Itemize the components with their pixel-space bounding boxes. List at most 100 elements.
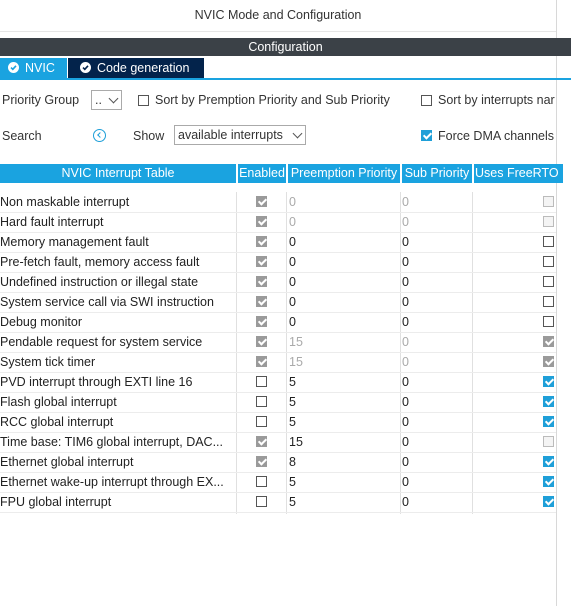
sub-priority[interactable]: 0	[402, 272, 462, 292]
sub-priority[interactable]: 0	[402, 332, 462, 352]
uses-freertos-checkbox[interactable]	[543, 376, 554, 387]
window-title: NVIC Mode and Configuration	[0, 0, 556, 32]
uses-freertos-checkbox[interactable]	[543, 256, 554, 267]
uses-freertos-checkbox[interactable]	[543, 276, 554, 287]
table-row[interactable]: Debug monitor 0 0	[0, 312, 556, 333]
col-header-enabled[interactable]: Enabled	[238, 164, 286, 183]
force-dma-checkbox[interactable]	[421, 130, 432, 141]
uses-freertos-checkbox[interactable]	[543, 456, 554, 467]
sub-priority[interactable]: 0	[402, 452, 462, 472]
sub-priority[interactable]: 0	[402, 252, 462, 272]
preemption-priority[interactable]: 0	[289, 272, 399, 292]
preemption-priority[interactable]: 15	[289, 332, 399, 352]
uses-freertos-checkbox[interactable]	[543, 316, 554, 327]
sub-priority[interactable]: 0	[402, 392, 462, 412]
enabled-checkbox[interactable]	[256, 196, 267, 207]
col-header-interrupt[interactable]: NVIC Interrupt Table	[0, 164, 236, 183]
enabled-checkbox[interactable]	[256, 376, 267, 387]
table-row[interactable]: Hard fault interrupt 0 0	[0, 212, 556, 233]
enabled-checkbox[interactable]	[256, 416, 267, 427]
sort-premption-checkbox[interactable]	[138, 95, 149, 106]
preemption-priority[interactable]: 5	[289, 412, 399, 432]
preemption-priority[interactable]: 0	[289, 192, 399, 212]
interrupt-name: FPU global interrupt	[0, 495, 112, 509]
preemption-priority[interactable]: 15	[289, 432, 399, 452]
sub-priority[interactable]: 0	[402, 212, 462, 232]
preemption-priority[interactable]: 0	[289, 312, 399, 332]
preemption-priority[interactable]: 8	[289, 452, 399, 472]
sub-priority[interactable]: 0	[402, 492, 462, 512]
table-row[interactable]: System service call via SWI instruction 0…	[0, 292, 556, 313]
table-row[interactable]: Pendable request for system service 15 0	[0, 332, 556, 353]
uses-freertos-checkbox[interactable]	[543, 356, 554, 367]
enabled-checkbox[interactable]	[256, 216, 267, 227]
uses-freertos-checkbox[interactable]	[543, 196, 554, 207]
preemption-priority[interactable]: 15	[289, 352, 399, 372]
show-select[interactable]: available interrupts	[174, 125, 306, 145]
uses-freertos-checkbox[interactable]	[543, 336, 554, 347]
enabled-checkbox[interactable]	[256, 436, 267, 447]
enabled-checkbox[interactable]	[256, 456, 267, 467]
preemption-priority[interactable]: 5	[289, 392, 399, 412]
table-row[interactable]: Pre-fetch fault, memory access fault 0 0	[0, 252, 556, 273]
table-row[interactable]: Ethernet wake-up interrupt through EX...…	[0, 472, 556, 493]
uses-freertos-checkbox[interactable]	[543, 496, 554, 507]
uses-freertos-checkbox[interactable]	[543, 476, 554, 487]
table-row[interactable]: Memory management fault 0 0	[0, 232, 556, 253]
sub-priority[interactable]: 0	[402, 412, 462, 432]
uses-freertos-checkbox[interactable]	[543, 236, 554, 247]
table-row[interactable]: Undefined instruction or illegal state 0 0	[0, 272, 556, 293]
uses-freertos-checkbox[interactable]	[543, 416, 554, 427]
preemption-priority[interactable]: 0	[289, 292, 399, 312]
sub-priority[interactable]: 0	[402, 372, 462, 392]
enabled-checkbox[interactable]	[256, 296, 267, 307]
search-back-icon[interactable]	[93, 129, 106, 142]
preemption-priority[interactable]: 5	[289, 372, 399, 392]
enabled-checkbox[interactable]	[256, 336, 267, 347]
sub-priority[interactable]: 0	[402, 472, 462, 492]
preemption-priority[interactable]: 0	[289, 232, 399, 252]
table-row[interactable]: PVD interrupt through EXTI line 16 5 0	[0, 372, 556, 393]
sub-priority[interactable]: 0	[402, 232, 462, 252]
col-header-preemption[interactable]: Preemption Priority	[288, 164, 400, 183]
col-header-sub-priority[interactable]: Sub Priority	[402, 164, 472, 183]
table-row[interactable]: Time base: TIM6 global interrupt, DAC...…	[0, 432, 556, 453]
enabled-checkbox[interactable]	[256, 276, 267, 287]
configuration-header: Configuration	[0, 38, 571, 56]
uses-freertos-checkbox[interactable]	[543, 296, 554, 307]
uses-freertos-checkbox[interactable]	[543, 216, 554, 227]
sub-priority[interactable]: 0	[402, 192, 462, 212]
enabled-checkbox[interactable]	[256, 236, 267, 247]
table-row[interactable]: Flash global interrupt 5 0	[0, 392, 556, 413]
interrupt-name: Flash global interrupt	[0, 395, 117, 409]
priority-group-select[interactable]: ..	[91, 90, 122, 110]
sub-priority[interactable]: 0	[402, 432, 462, 452]
enabled-checkbox[interactable]	[256, 396, 267, 407]
col-header-uses-freertos[interactable]: Uses FreeRTO	[474, 164, 563, 183]
sort-interrupts-checkbox[interactable]	[421, 95, 432, 106]
tab-code-generation[interactable]: Code generation	[68, 58, 204, 78]
enabled-checkbox[interactable]	[256, 256, 267, 267]
table-row[interactable]: System tick timer 15 0	[0, 352, 556, 373]
preemption-priority[interactable]: 0	[289, 212, 399, 232]
sub-priority[interactable]: 0	[402, 312, 462, 332]
enabled-checkbox[interactable]	[256, 496, 267, 507]
uses-freertos-checkbox[interactable]	[543, 436, 554, 447]
sub-priority[interactable]: 0	[402, 352, 462, 372]
table-row[interactable]: RCC global interrupt 5 0	[0, 412, 556, 433]
preemption-priority[interactable]: 5	[289, 492, 399, 512]
preemption-priority[interactable]: 5	[289, 472, 399, 492]
enabled-checkbox[interactable]	[256, 356, 267, 367]
sub-priority[interactable]: 0	[402, 292, 462, 312]
enabled-checkbox[interactable]	[256, 476, 267, 487]
table-row[interactable]: Non maskable interrupt 0 0	[0, 192, 556, 213]
vertical-scrollbar[interactable]	[556, 0, 571, 606]
enabled-checkbox[interactable]	[256, 316, 267, 327]
sort-interrupts-label: Sort by interrupts nar	[438, 93, 555, 107]
uses-freertos-checkbox[interactable]	[543, 396, 554, 407]
table-row[interactable]: FPU global interrupt 5 0	[0, 492, 556, 513]
tab-code-generation-label: Code generation	[97, 61, 190, 75]
table-row[interactable]: Ethernet global interrupt 8 0	[0, 452, 556, 473]
preemption-priority[interactable]: 0	[289, 252, 399, 272]
tab-nvic[interactable]: NVIC	[0, 58, 67, 78]
